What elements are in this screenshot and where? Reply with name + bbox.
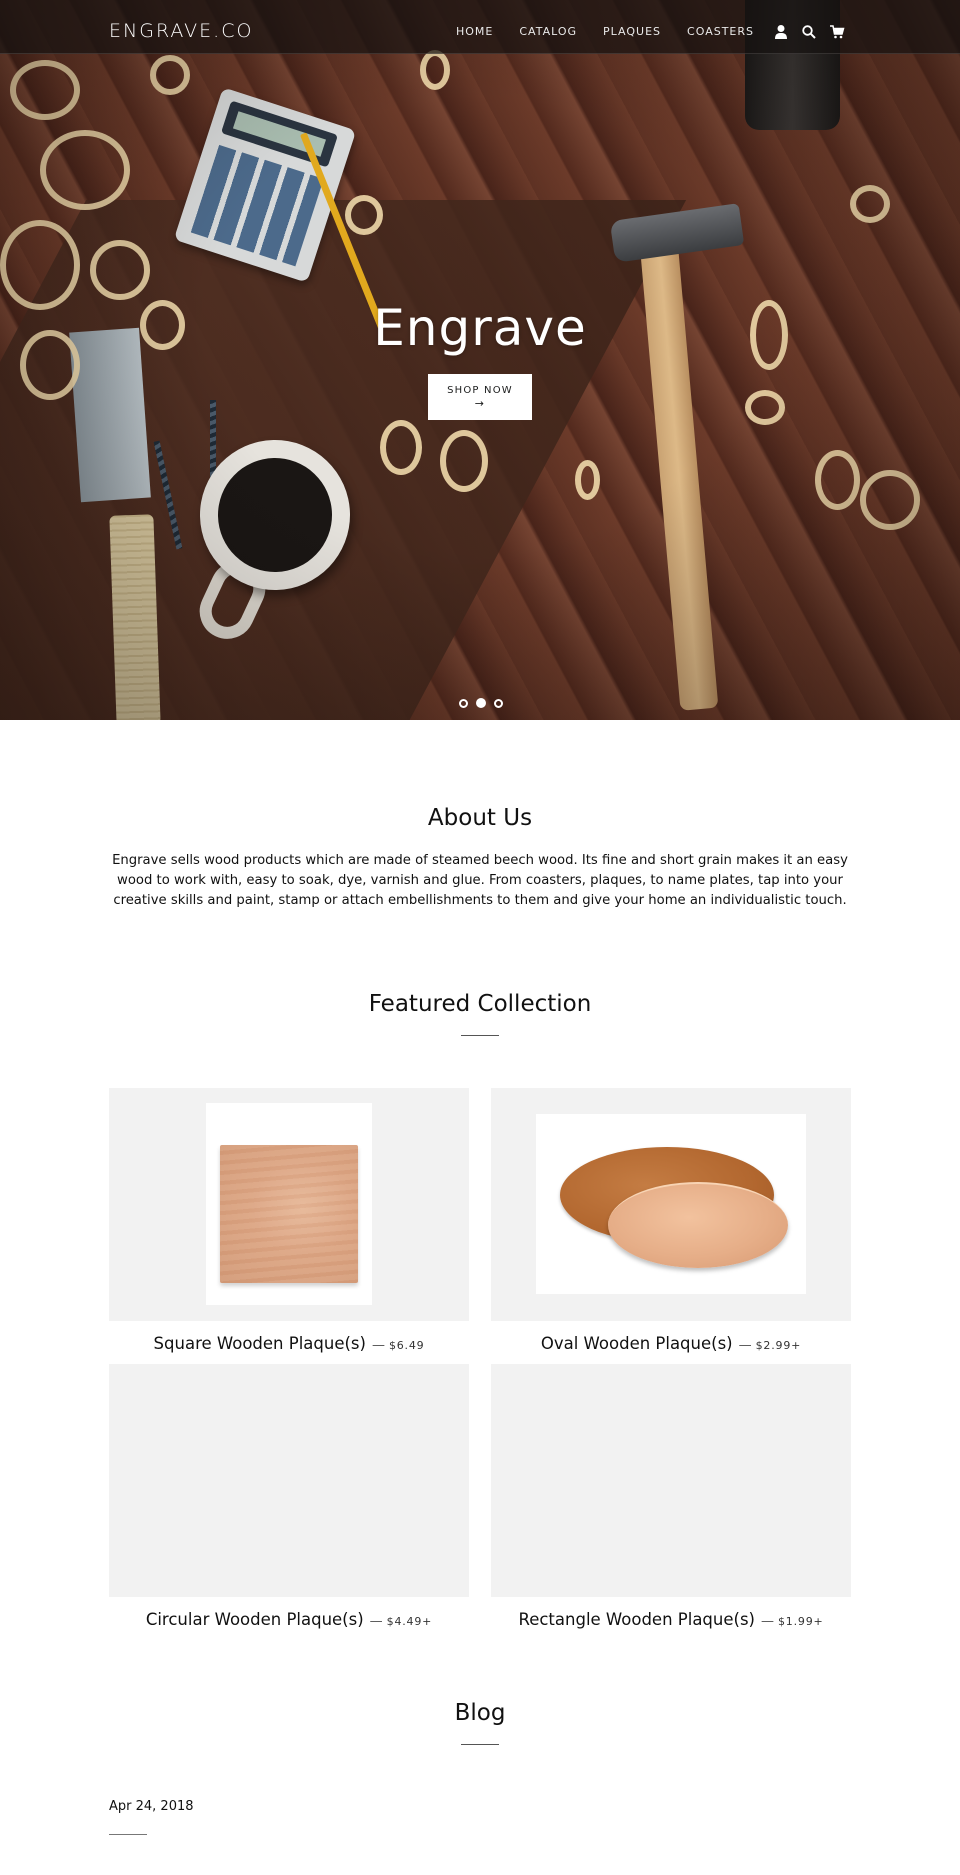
product-card-oval[interactable]: Oval Wooden Plaque(s) — $2.99+ — [491, 1088, 851, 1357]
price-separator: — — [371, 1338, 385, 1353]
featured-collection-title: Featured Collection — [368, 991, 592, 1017]
slide-dot-3[interactable] — [494, 698, 503, 708]
nav-catalog[interactable]: CATALOG — [519, 25, 577, 39]
product-name: Circular Wooden Plaque(s) — [145, 1610, 364, 1629]
site-header: ENGRAVE.CO HOME CATALOG PLAQUES COASTERS — [0, 0, 960, 54]
product-caption: Rectangle Wooden Plaque(s) — $1.99+ — [491, 1609, 851, 1633]
featured-title-divider — [461, 1035, 499, 1036]
product-name: Square Wooden Plaque(s) — [153, 1334, 366, 1353]
about-text: Engrave sells wood products which are ma… — [112, 853, 848, 908]
site-logo[interactable]: ENGRAVE.CO — [109, 20, 253, 42]
product-price: $1.99+ — [778, 1615, 824, 1628]
square-plaque-image — [220, 1145, 358, 1283]
shop-now-label: SHOP NOW — [447, 385, 513, 396]
slideshow-dots — [459, 698, 503, 708]
product-card-circular[interactable]: Circular Wooden Plaque(s) — $4.49+ — [109, 1364, 469, 1633]
price-separator: — — [738, 1338, 752, 1353]
hero-title: Engrave — [373, 299, 587, 357]
product-price: $2.99+ — [755, 1339, 802, 1352]
slide-dot-2[interactable] — [476, 698, 486, 708]
slide-dot-1[interactable] — [459, 698, 468, 708]
price-separator: — — [369, 1614, 383, 1629]
product-caption: Circular Wooden Plaque(s) — $4.49+ — [109, 1609, 469, 1633]
main-nav: HOME CATALOG PLAQUES COASTERS — [456, 25, 780, 39]
product-name: Rectangle Wooden Plaque(s) — [518, 1610, 755, 1629]
hero-overlay — [0, 0, 960, 720]
arrow-right-icon: → — [474, 397, 486, 410]
shop-now-button[interactable]: SHOP NOW → — [428, 374, 532, 420]
product-image-placeholder — [109, 1364, 469, 1597]
search-icon[interactable] — [801, 24, 817, 40]
blog-post-date: Apr 24, 2018 — [109, 1799, 194, 1814]
nav-home[interactable]: HOME — [456, 25, 493, 39]
oval-plaque-light-image — [608, 1182, 788, 1268]
product-price: $4.49+ — [386, 1615, 433, 1628]
hero-slideshow: Engrave SHOP NOW → — [0, 0, 960, 720]
nav-coasters[interactable]: COASTERS — [687, 25, 754, 39]
nav-plaques[interactable]: PLAQUES — [603, 25, 661, 39]
product-card-rectangle[interactable]: Rectangle Wooden Plaque(s) — $1.99+ — [491, 1364, 851, 1633]
cart-icon[interactable] — [829, 24, 845, 40]
product-price: $6.49 — [388, 1339, 425, 1352]
blog-title-divider — [461, 1744, 499, 1745]
product-name: Oval Wooden Plaque(s) — [540, 1334, 733, 1353]
account-icon[interactable] — [773, 24, 789, 40]
product-caption: Square Wooden Plaque(s) — $6.49 — [109, 1333, 469, 1357]
about-title: About Us — [427, 805, 533, 831]
product-caption: Oval Wooden Plaque(s) — $2.99+ — [491, 1333, 851, 1357]
blog-title: Blog — [454, 1700, 506, 1726]
header-icons — [773, 24, 845, 40]
blog-post-divider — [109, 1834, 147, 1835]
price-separator: — — [761, 1614, 774, 1629]
product-image-square — [109, 1088, 469, 1321]
product-image-placeholder — [491, 1364, 851, 1597]
product-card-square[interactable]: Square Wooden Plaque(s) — $6.49 — [109, 1088, 469, 1357]
product-image-oval — [491, 1088, 851, 1321]
